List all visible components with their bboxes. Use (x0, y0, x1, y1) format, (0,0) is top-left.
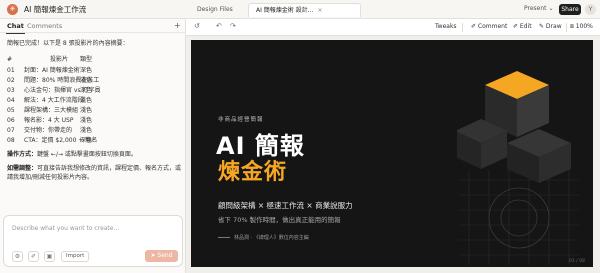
undo-icon[interactable]: ↶ (216, 22, 222, 30)
cell-title: 解法：4 大工作流階段 (24, 97, 84, 104)
cell-type: 淺色 (80, 107, 93, 114)
project-title[interactable]: AI 簡報煉金工作流 (24, 4, 86, 15)
present-button[interactable]: Present ⌄ (524, 5, 553, 12)
cell-type: 深色 (80, 137, 93, 144)
share-button[interactable]: Share (559, 4, 581, 15)
cell-num: 03 (7, 87, 15, 94)
avatar[interactable]: Y (585, 4, 596, 15)
image-icon[interactable]: ▣ (44, 251, 55, 262)
tab-comments[interactable]: Comments (27, 22, 62, 30)
draw-button[interactable]: ✎ Draw (539, 23, 562, 30)
chat-tabs: Chat Comments + (0, 19, 186, 34)
attach-icon[interactable]: ✐ (28, 251, 39, 262)
reload-icon[interactable]: ↺ (194, 22, 200, 30)
message-intro: 簡報已完成！以下是 8 張投影片的內容摘要： (7, 40, 129, 47)
cell-type: 淺色 (80, 97, 93, 104)
edit-button[interactable]: ✐ Edit (513, 23, 532, 30)
canvas-toolbar: ↺ ↶ ↷ Tweaks ✐ Comment ✐ Edit ✎ Draw ⧈ 1… (186, 19, 600, 36)
comment-button[interactable]: ✐ Comment (471, 23, 507, 30)
slide-kicker: 非商品經營簡報 (218, 117, 264, 123)
adjust-label: 如需調整： (7, 165, 38, 172)
cell-type: 淺色 (80, 77, 93, 84)
cell-title: 報名影：4 大 USP (24, 117, 74, 124)
cell-num: 02 (7, 77, 15, 84)
header-num: # (7, 56, 13, 63)
cell-title: 課程架構：三大模組 (24, 107, 79, 114)
settings-icon[interactable]: ⚙ (12, 251, 23, 262)
zoom-control[interactable]: ⧈ 100% (570, 23, 593, 31)
slide-title-line2: 煉金術 (218, 160, 288, 185)
slide-subtitle: 顧問級架構 × 極速工作流 × 商業說服力 (218, 201, 353, 210)
cell-title: 交付物：你帶走的 (24, 127, 73, 134)
operation-label: 操作方式： (7, 151, 38, 158)
operation-note: 操作方式：鍵盤 ←/→ 或點擊畫面按鈕切換頁面。 (7, 151, 137, 158)
chat-composer[interactable]: Describe what you want to create... ⚙ ✐ … (3, 215, 183, 267)
tab-chat[interactable]: Chat (6, 22, 25, 34)
tab-design-files[interactable]: Design Files (190, 3, 245, 17)
import-button[interactable]: Import (61, 251, 90, 262)
cell-num: 05 (7, 107, 15, 114)
tab-label: AI 簡報煉金術 設計... (256, 7, 314, 14)
chevron-down-icon: ⌄ (548, 5, 554, 12)
send-button[interactable]: ➤ Send (145, 250, 178, 262)
tweaks-button[interactable]: Tweaks (435, 23, 457, 30)
cell-type: 深色 (80, 67, 93, 74)
toolbar-divider (462, 23, 463, 32)
app-logo-icon: ✳ (7, 4, 18, 15)
cell-type: 深色 (80, 87, 93, 94)
cubes-illustration (457, 71, 571, 183)
credit-divider (218, 237, 230, 238)
cell-title: 封面：AI 簡報煉金術 (24, 67, 80, 74)
cell-num: 08 (7, 137, 15, 144)
close-tab-icon[interactable]: × (317, 7, 322, 14)
chat-panel: Chat Comments + 簡報已完成！以下是 8 張投影片的內容摘要： #… (0, 19, 186, 273)
slide-preview[interactable]: 非商品經營簡報 AI 簡報 煉金術 顧問級架構 × 極速工作流 × 商業說服力 … (191, 40, 593, 267)
redo-icon[interactable]: ↷ (230, 22, 236, 30)
slide-tagline: 省下 70% 製作時間，做出真正能用的簡報 (218, 216, 341, 224)
tab-label: Design Files (197, 6, 233, 13)
cell-num: 01 (7, 67, 15, 74)
cell-num: 06 (7, 117, 15, 124)
present-label: Present (524, 5, 547, 12)
cell-num: 04 (7, 97, 15, 104)
toolbar-divider (566, 23, 567, 32)
canvas-area: ↺ ↶ ↷ Tweaks ✐ Comment ✐ Edit ✎ Draw ⧈ 1… (186, 19, 600, 273)
slide-page-number: 01 / 08 (569, 259, 585, 264)
slide-credit: 林品潤 · 《總理人》數位內容主編 (234, 235, 309, 241)
header-type: 類型 (80, 56, 93, 63)
cell-num: 07 (7, 127, 15, 134)
header-slide: 投影片 (50, 56, 69, 63)
cell-type: 淺色 (80, 127, 93, 134)
adjust-note: 如需調整：可直接告訴我想修改的資訊，課程定價、報名方式，或請我增加/刪減任何投影… (7, 165, 182, 182)
new-chat-button[interactable]: + (174, 21, 181, 30)
operation-text: 鍵盤 ←/→ 或點擊畫面按鈕切換頁面。 (37, 151, 137, 158)
top-bar: ✳ AI 簡報煉金工作流 Design Files AI 簡報煉金術 設計...… (0, 0, 600, 19)
cell-type: 淺色 (80, 117, 93, 124)
tab-active-document[interactable]: AI 簡報煉金術 設計... × (248, 3, 361, 17)
prompt-input[interactable]: Describe what you want to create... (12, 225, 119, 232)
